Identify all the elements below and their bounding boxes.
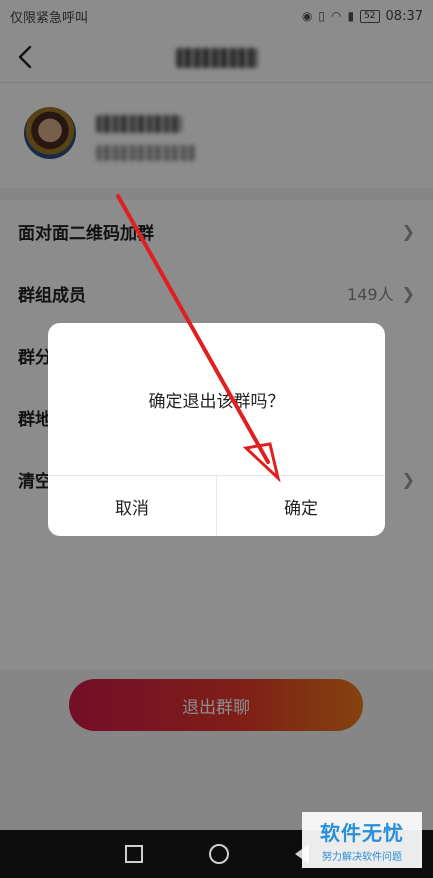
home-icon[interactable] (208, 844, 229, 864)
confirm-dialog: 确定退出该群吗？ 取消 确定 (48, 323, 385, 536)
watermark-main: 软件无忧 (320, 821, 404, 845)
confirm-button[interactable]: 确定 (216, 476, 385, 536)
watermark-sub: 努力解决软件问题 (322, 852, 402, 863)
dialog-actions: 取消 确定 (48, 475, 385, 536)
watermark: 软件无忧 努力解决软件问题 (302, 812, 422, 868)
dialog-message: 确定退出该群吗？ (148, 391, 285, 412)
cancel-button[interactable]: 取消 (48, 476, 216, 536)
recents-icon[interactable] (124, 845, 143, 863)
